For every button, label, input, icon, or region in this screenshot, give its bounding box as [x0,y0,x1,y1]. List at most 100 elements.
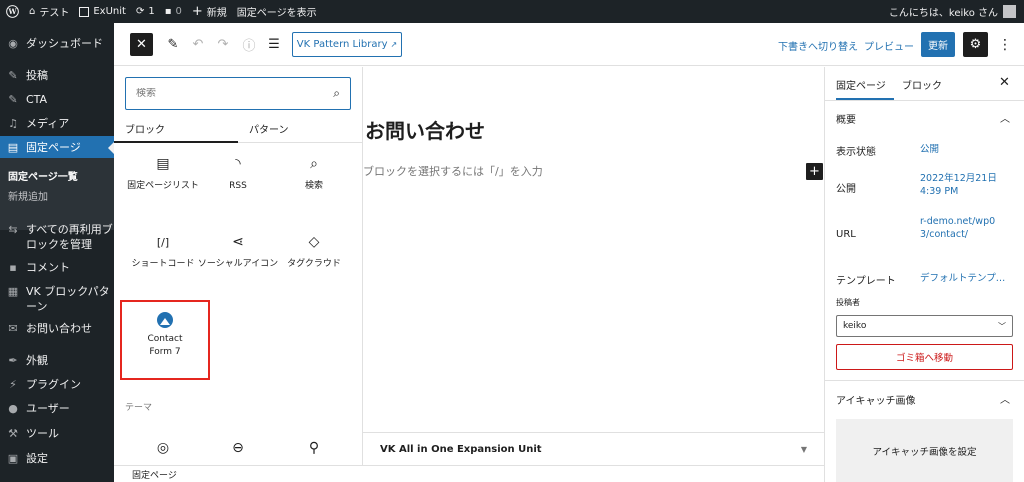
map-pin-icon: ⚲ [308,440,320,456]
pages-submenu: 固定ページ一覧 新規追加 [0,158,114,230]
updates-link[interactable]: ⟳ 1 [131,0,160,23]
block-placeholder[interactable]: ブロックを選択するには「/」を入力 [363,163,543,179]
block-theme-2[interactable]: ⊖ [195,437,281,459]
page-title[interactable]: お問い合わせ [365,115,485,144]
block-page-list[interactable]: ▤ 固定ページリスト [120,153,206,193]
settings-toggle-button[interactable]: ⚙ [963,32,988,57]
category-theme: テーマ [125,403,153,413]
comments-link[interactable]: ▪ 0 [160,0,187,23]
publish-date-value[interactable]: 2022年12月21日 4:39 PM [920,172,1002,198]
external-link-icon: ↗ [390,40,398,49]
menu-cta[interactable]: ✎ CTA [0,92,114,107]
grid-icon: ▦ [7,285,19,298]
tab-patterns[interactable]: パターン [249,121,289,136]
url-value[interactable]: r-demo.net/wp03/contact/ [920,215,1002,241]
menu-dashboard[interactable]: ◉ ダッシュボード [0,36,114,51]
admin-sidebar: ◉ ダッシュボード ✎ 投稿 ✎ CTA ♫ メディア ▤ 固定ページ 固定ペー… [0,23,114,482]
menu-appearance[interactable]: ✒ 外観 [0,353,114,368]
summary-panel-title[interactable]: 概要 [836,111,856,126]
block-theme-1[interactable]: ◎ [120,437,206,459]
block-contact-form-7[interactable]: Contact Form 7 [122,302,208,359]
author-select[interactable]: keiko ﹀ [836,315,1013,337]
close-icon: ✕ [999,75,1010,90]
vk-expansion-unit-metabox[interactable]: VK All in One Expansion Unit ▼ [363,432,824,465]
my-account[interactable]: こんにちは、keiko さん [889,0,1016,23]
update-button[interactable]: 更新 [921,32,955,57]
block-shortcode[interactable]: [/] ショートコード [120,231,206,271]
exunit-link[interactable]: ExUnit [74,0,131,23]
featured-image-panel-title[interactable]: アイキャッチ画像 [836,392,916,407]
close-inserter-button[interactable]: ✕ [130,33,153,56]
menu-comments[interactable]: ▪ コメント [0,260,114,275]
menu-media[interactable]: ♫ メディア [0,116,114,131]
preview-button[interactable]: プレビュー [864,38,914,53]
chevron-up-icon[interactable]: ︿ [1000,110,1010,125]
dashboard-icon: ◉ [8,37,18,50]
pin-icon: ✎ [8,69,18,82]
active-tab-indicator [836,98,894,100]
menu-users[interactable]: ● ユーザー [0,401,114,416]
menu-contact[interactable]: ✉ お問い合わせ [0,321,114,336]
minus-circle-icon: ⊖ [232,440,244,456]
plus-icon: + [191,4,203,19]
tab-divider [825,100,1024,101]
view-page-link[interactable]: 固定ページを表示 [232,0,322,23]
chevron-up-icon[interactable]: ︿ [1000,391,1010,406]
list-view-icon: ☰ [268,37,280,52]
menu-plugins[interactable]: ⚡ プラグイン [0,377,114,392]
template-value[interactable]: デフォルトテンプ… [920,272,1012,285]
vk-pattern-library-button[interactable]: VK Pattern Library ↗ [292,32,402,57]
menu-tools[interactable]: ⚒ ツール [0,426,114,441]
user-icon: ● [8,402,18,415]
menu-settings[interactable]: ▣ 設定 [0,451,114,466]
visibility-value[interactable]: 公開 [920,143,1012,156]
contact-form-7-icon [157,312,173,328]
block-search[interactable]: ⌕ 検索 [271,153,357,193]
block-search-input[interactable] [136,88,286,99]
publish-label: 公開 [836,184,856,195]
block-tag-cloud[interactable]: ◇ タグクラウド [271,231,357,271]
block-theme-3[interactable]: ⚲ [271,437,357,459]
tab-page[interactable]: 固定ページ [836,77,886,92]
admin-bar: W ⌂ テスト ExUnit ⟳ 1 ▪ 0 + 新規 固定ページを表示 こんに… [0,0,1024,23]
settings-icon: ▣ [7,452,19,465]
menu-vk-block-patterns[interactable]: ▦ VK ブロックパターン [0,284,114,314]
tab-block[interactable]: ブロック [902,77,942,92]
site-name-link[interactable]: ⌂ テスト [24,0,74,23]
breadcrumb-item[interactable]: 固定ページ [132,468,177,481]
wp-logo-icon[interactable]: W [0,0,24,23]
url-label: URL [836,229,856,240]
close-settings-button[interactable]: ✕ [999,75,1010,90]
menu-reusable-blocks[interactable]: ⇆ すべての再利用ブロックを管理 [0,222,114,252]
switch-to-draft-button[interactable]: 下書きへ切り替え [778,38,858,53]
add-block-button[interactable]: + [806,163,823,180]
menu-posts[interactable]: ✎ 投稿 [0,68,114,83]
block-rss[interactable]: ◝ RSS [195,153,281,193]
block-search[interactable]: ⌕ [125,77,351,110]
tools-button[interactable]: ✎ [164,33,182,56]
submenu-pages-new[interactable]: 新規追加 [8,188,48,203]
move-to-trash-button[interactable]: ゴミ箱へ移動 [836,344,1013,370]
search-icon: ⌕ [310,156,318,172]
template-label: テンプレート [836,276,896,287]
undo-button[interactable]: ↶ [189,33,207,56]
breadcrumb: 固定ページ [114,465,824,482]
block-social-icons[interactable]: ⋖ ソーシャルアイコン [195,231,281,271]
set-featured-image-button[interactable]: アイキャッチ画像を設定 [836,419,1013,482]
submenu-pages-all[interactable]: 固定ページ一覧 [8,168,78,183]
block-inserter: ⌕ ブロック パターン ▤ 固定ページリスト ◝ RSS ⌕ 検索 [/] ショ… [114,67,363,465]
list-view-button[interactable]: ☰ [265,33,283,56]
redo-button[interactable]: ↷ [214,33,232,56]
triangle-down-icon: ▼ [800,444,807,454]
brush-icon: ✒ [8,354,18,367]
tab-blocks[interactable]: ブロック [125,121,165,136]
active-tab-indicator [114,141,238,143]
media-icon: ♫ [8,117,18,130]
details-button[interactable]: ⓘ [240,33,258,56]
plus-icon: + [809,164,820,179]
share-icon: ⋖ [232,234,244,250]
more-options-button[interactable]: ⋮ [996,33,1014,56]
new-content-link[interactable]: + 新規 [187,0,232,23]
compass-icon: ◎ [156,440,170,456]
menu-pages[interactable]: ▤ 固定ページ [0,136,114,158]
